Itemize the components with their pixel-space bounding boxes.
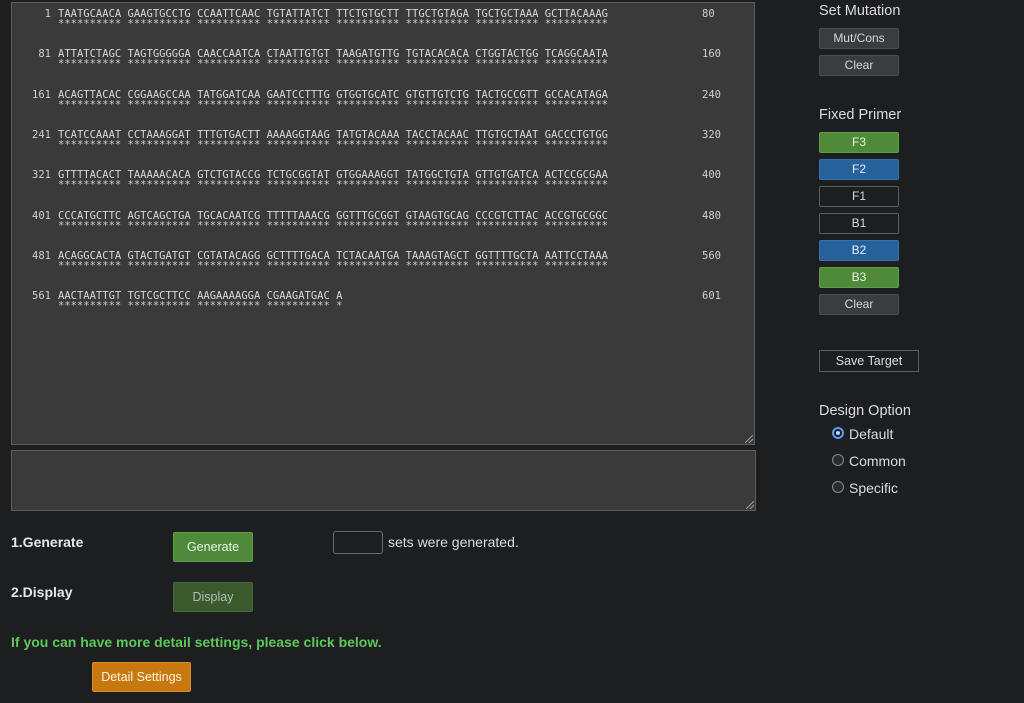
radio-label: Common xyxy=(849,453,906,469)
primer-b3-button[interactable]: B3 xyxy=(819,267,899,288)
sequence-match-stars: ********** ********** ********** *******… xyxy=(58,300,343,313)
design-option-heading: Design Option xyxy=(819,403,911,419)
sequence-start-position: 81 xyxy=(38,48,51,61)
sequence-match-stars: ********** ********** ********** *******… xyxy=(58,259,608,272)
sequence-row: 401 CCCATGCTTC AGTCAGCTGA TGCACAATCG TTTT… xyxy=(12,207,754,237)
primer-f3-button[interactable]: F3 xyxy=(819,132,899,153)
sequence-match-stars: ********** ********** ********** *******… xyxy=(58,219,608,232)
primer-f1-button[interactable]: F1 xyxy=(819,186,899,207)
sequence-row: 481 ACAGGCACTA GTACTGATGT CGTATACAGG GCTT… xyxy=(12,247,754,277)
primer-b2-button[interactable]: B2 xyxy=(819,240,899,261)
save-target-button[interactable]: Save Target xyxy=(819,350,919,372)
sets-generated-text: sets were generated. xyxy=(388,534,519,550)
sequence-start-position: 1 xyxy=(44,8,51,20)
detail-settings-button[interactable]: Detail Settings xyxy=(92,662,191,692)
radio-unchecked-icon[interactable] xyxy=(832,454,844,466)
sequence-end-position: 480 xyxy=(702,209,721,222)
sequence-start-position: 401 xyxy=(32,209,51,222)
radio-label: Specific xyxy=(849,480,899,496)
sequence-row: 241 TCATCCAAAT CCTAAAGGAT TTTGTGACTT AAAA… xyxy=(12,126,754,156)
sequence-start-position: 321 xyxy=(32,169,51,182)
sequence-row: 561 AACTAATTGT TGTCGCTTCC AAGAAAAGGA CGAA… xyxy=(12,287,754,317)
sequence-match-stars: ********** ********** ********** *******… xyxy=(58,58,608,71)
sequence-end-position: 240 xyxy=(702,88,721,101)
sequence-start-position: 561 xyxy=(32,290,51,303)
display-button[interactable]: Display xyxy=(173,582,253,612)
sequence-start-position: 161 xyxy=(32,88,51,101)
sequence-end-position: 400 xyxy=(702,169,721,182)
mut-cons-button[interactable]: Mut/Cons xyxy=(819,28,899,49)
sequence-row: 81 ATTATCTAGC TAGTGGGGGA CAACCAATCA CTAAT… xyxy=(12,45,754,75)
primer-b1-button[interactable]: B1 xyxy=(819,213,899,234)
primer-clear-button[interactable]: Clear xyxy=(819,294,899,315)
sequence-match-stars: ********** ********** ********** *******… xyxy=(58,18,608,30)
primer-f2-button[interactable]: F2 xyxy=(819,159,899,180)
set-mutation-heading: Set Mutation xyxy=(819,3,901,19)
sequence-row: 321 GTTTTACACT TAAAAACACA GTCTGTACCG TCTG… xyxy=(12,166,754,196)
sequence-display[interactable]: 561 AACTAATTGT TGTCGCTTCC AAGAAAAGGA CGAA… xyxy=(11,2,755,445)
generated-count-field[interactable] xyxy=(333,531,383,554)
generate-step-label: 1.Generate xyxy=(11,534,84,550)
fixed-primer-heading: Fixed Primer xyxy=(819,107,902,123)
mutation-clear-button[interactable]: Clear xyxy=(819,55,899,76)
sequence-start-position: 481 xyxy=(32,249,51,262)
resize-grip-icon[interactable] xyxy=(745,435,753,443)
sequence-end-position: 560 xyxy=(702,249,721,262)
sequence-row: 1 TAATGCAACA GAAGTGCCTG CCAATTCAAC TGTATT… xyxy=(12,5,754,35)
display-step-label: 2.Display xyxy=(11,584,73,600)
radio-unchecked-icon[interactable] xyxy=(832,481,844,493)
sequence-end-position: 320 xyxy=(702,128,721,141)
sequence-end-position: 601 xyxy=(702,290,721,303)
sequence-match-stars: ********** ********** ********** *******… xyxy=(58,179,608,192)
sequence-match-stars: ********** ********** ********** *******… xyxy=(58,98,608,111)
radio-label: Default xyxy=(849,426,894,442)
resize-grip-icon[interactable] xyxy=(746,501,754,509)
radio-checked-icon[interactable] xyxy=(832,427,844,439)
sequence-end-position: 80 xyxy=(702,8,715,20)
detail-settings-note: If you can have more detail settings, pl… xyxy=(11,634,382,650)
sequence-row: 161 ACAGTTACAC CGGAAGCCAA TATGGATCAA GAAT… xyxy=(12,86,754,116)
sequence-end-position: 160 xyxy=(702,48,721,61)
output-textarea[interactable] xyxy=(11,450,756,511)
sequence-start-position: 241 xyxy=(32,128,51,141)
sequence-match-stars: ********** ********** ********** *******… xyxy=(58,138,608,151)
generate-button[interactable]: Generate xyxy=(173,532,253,562)
